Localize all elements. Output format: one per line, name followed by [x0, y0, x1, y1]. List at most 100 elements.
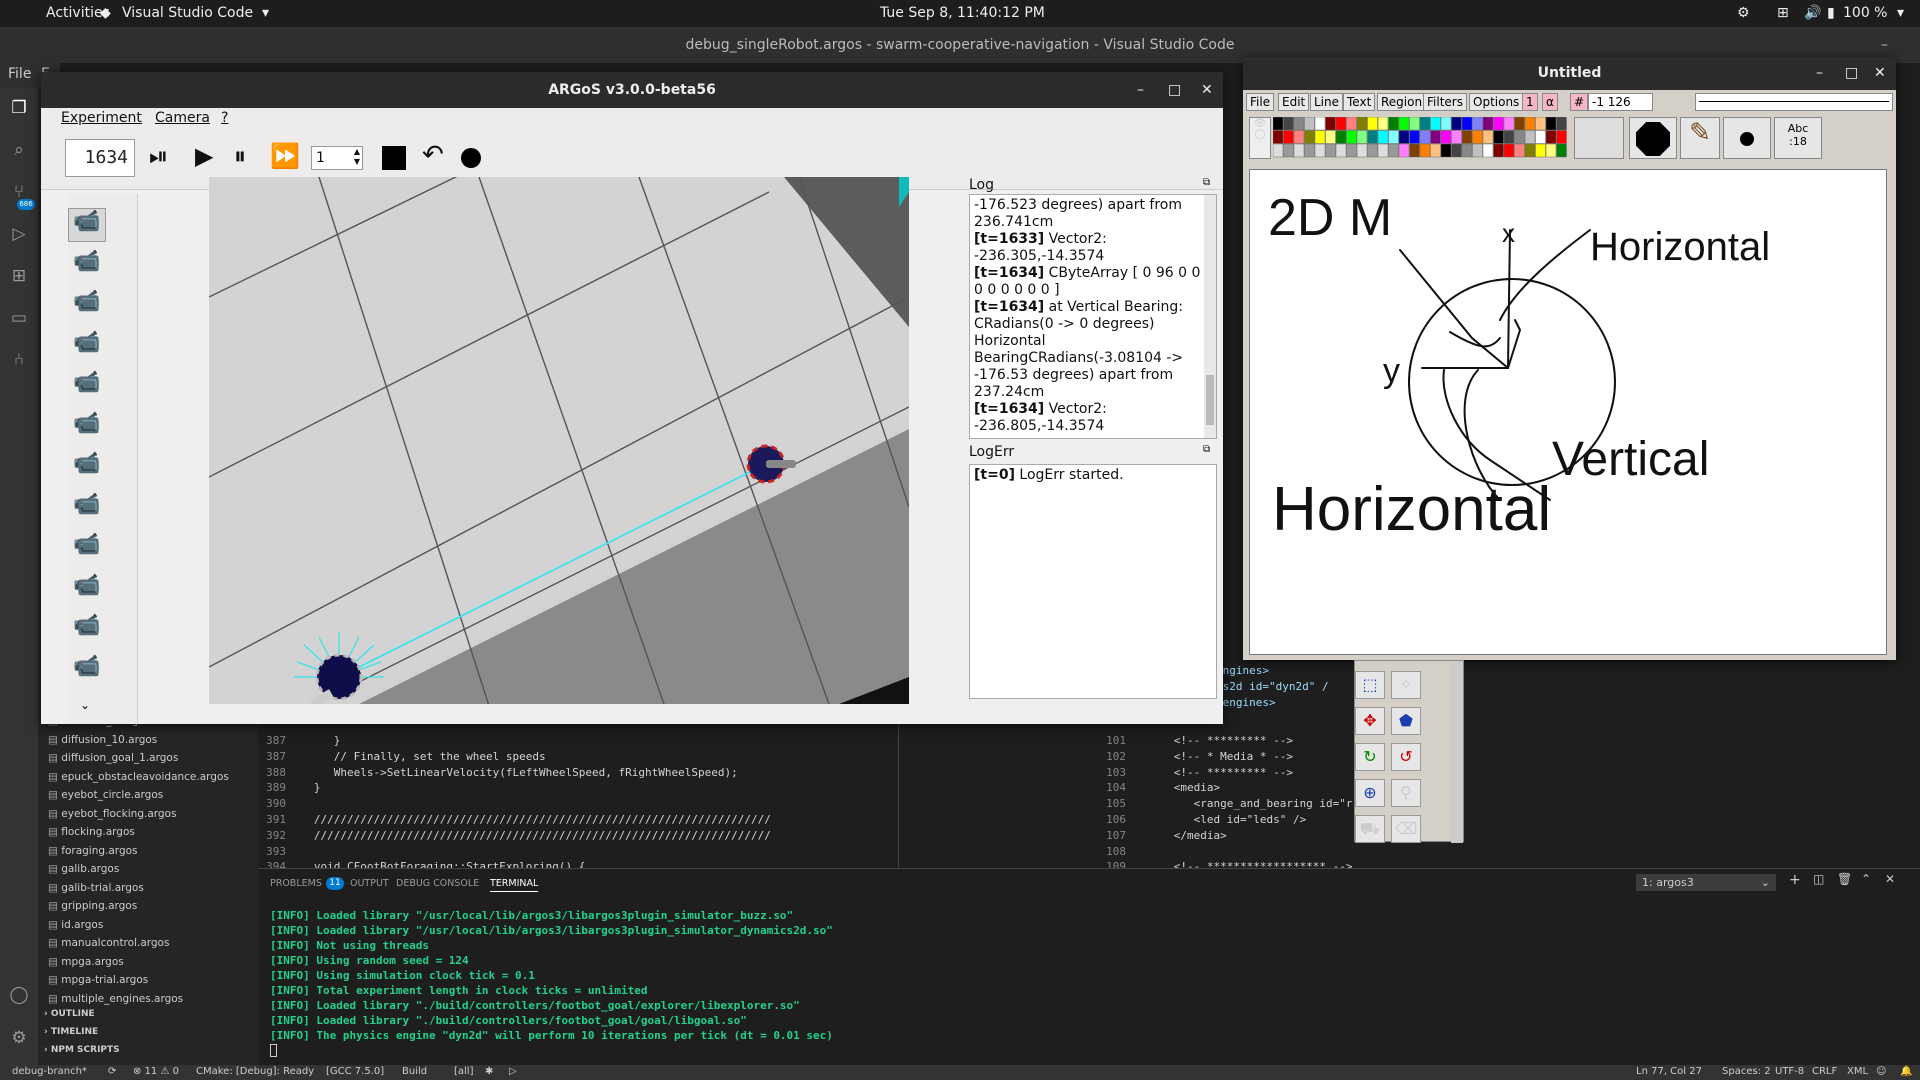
- zoom-icon[interactable]: ⊕: [1355, 779, 1385, 807]
- app-menu[interactable]: Visual Studio Code: [122, 5, 253, 21]
- menu-camera[interactable]: Camera: [155, 110, 210, 126]
- camera-button[interactable]: 📹: [68, 451, 106, 485]
- paint-menu-filters[interactable]: Filters: [1423, 93, 1467, 111]
- step-size-spinbox[interactable]: 1 ▲ ▼: [311, 146, 363, 170]
- network-icon[interactable]: ⊞: [1777, 5, 1789, 21]
- more-chevron-icon[interactable]: ⌄: [80, 698, 90, 712]
- file-item[interactable]: ▤ manualcontrol.argos: [48, 937, 169, 955]
- close-panel-icon[interactable]: ✕: [1885, 872, 1895, 886]
- new-terminal-icon[interactable]: +: [1789, 872, 1801, 888]
- fast-forward-icon[interactable]: ⏩: [270, 142, 300, 170]
- reset-icon[interactable]: ↶: [422, 140, 444, 170]
- rotate-icon[interactable]: ↻: [1355, 743, 1385, 771]
- log-panel[interactable]: -176.523 degrees) apart from 236.741cm [t…: [969, 194, 1217, 439]
- line-endings[interactable]: CRLF: [1812, 1066, 1837, 1077]
- debug-icon[interactable]: ✱: [485, 1066, 493, 1077]
- cmake-status[interactable]: CMake: [Debug]: Ready: [196, 1066, 314, 1077]
- camera-button[interactable]: 📹: [68, 654, 106, 688]
- play-icon[interactable]: ▶: [195, 142, 213, 170]
- file-item[interactable]: ▤ galib.argos: [48, 863, 119, 881]
- spin-arrows-icon[interactable]: ▲ ▼: [354, 147, 360, 167]
- clock[interactable]: Tue Sep 8, 11:40:12 PM: [880, 5, 1045, 21]
- record-icon[interactable]: [461, 148, 481, 168]
- camera-button[interactable]: 📹: [68, 573, 106, 607]
- close-icon[interactable]: ✕: [1874, 57, 1886, 90]
- line-style-preview[interactable]: [1695, 93, 1893, 111]
- float-panel-icon[interactable]: ⧉: [1203, 444, 1210, 455]
- minimize-icon[interactable]: –: [1816, 57, 1823, 90]
- split-terminal-icon[interactable]: ◫: [1813, 872, 1824, 886]
- run-icon[interactable]: ▷: [509, 1066, 517, 1077]
- extensions-icon[interactable]: ⊞: [9, 266, 29, 286]
- volume-icon[interactable]: 🔊: [1804, 5, 1821, 21]
- pen-dot-button[interactable]: [1723, 117, 1771, 159]
- file-item[interactable]: ▤ id.argos: [48, 919, 103, 937]
- account-icon[interactable]: ◯: [9, 985, 29, 1005]
- drawing-canvas[interactable]: 2D M Horizontal Vertical Horizontal x y: [1249, 169, 1887, 655]
- stop-icon[interactable]: [382, 146, 406, 170]
- gear-icon[interactable]: ⚙: [9, 1028, 29, 1048]
- text-size-button[interactable]: Abc :18: [1774, 117, 1822, 159]
- maximize-panel-icon[interactable]: ⌃: [1861, 872, 1871, 886]
- cursor-position[interactable]: Ln 77, Col 27: [1636, 1066, 1702, 1077]
- minimize-icon[interactable]: –: [1137, 72, 1144, 108]
- indentation[interactable]: Spaces: 2: [1722, 1066, 1771, 1077]
- brush-icon[interactable]: ✎: [1680, 117, 1720, 159]
- bucket-icon[interactable]: ⛟: [1355, 815, 1385, 843]
- step-experiment-icon[interactable]: ⏯: [149, 142, 168, 170]
- camera-button[interactable]: 📹: [68, 330, 106, 364]
- kill-terminal-icon[interactable]: 🗑: [1837, 872, 1852, 886]
- problems-indicator[interactable]: ⊗ 11 ⚠ 0: [133, 1066, 179, 1077]
- float-panel-icon[interactable]: ⧉: [1203, 177, 1210, 188]
- build-target[interactable]: [all]: [454, 1066, 474, 1077]
- brush-shape-button[interactable]: [1629, 117, 1677, 159]
- paint-menu-region[interactable]: Region: [1377, 93, 1427, 111]
- pause-icon[interactable]: ⏸: [234, 142, 246, 170]
- git-graph-icon[interactable]: ⑃: [9, 350, 29, 370]
- gcc-kit[interactable]: [GCC 7.5.0]: [326, 1066, 384, 1077]
- sidebar-section[interactable]: › OUTLINE: [44, 1009, 95, 1019]
- language-mode[interactable]: XML: [1847, 1066, 1868, 1077]
- sidebar-section[interactable]: › TIMELINE: [44, 1027, 98, 1037]
- file-item[interactable]: ▤ gripping.argos: [48, 900, 137, 918]
- camera-button[interactable]: 📹: [68, 613, 106, 647]
- camera-button[interactable]: 📹: [68, 249, 106, 283]
- camera-button[interactable]: 📹: [68, 370, 106, 404]
- paint-menu-options[interactable]: Options: [1469, 93, 1524, 111]
- menu-help[interactable]: ?: [221, 110, 228, 126]
- file-item[interactable]: ▤ eyebot_flocking.argos: [48, 808, 176, 826]
- encoding[interactable]: UTF-8: [1775, 1066, 1804, 1077]
- move-icon[interactable]: ✥: [1355, 707, 1385, 735]
- camera-button[interactable]: 📹: [68, 492, 106, 526]
- alpha-button[interactable]: α: [1542, 93, 1558, 111]
- scrollbar-thumb[interactable]: [1206, 375, 1214, 425]
- camera-button[interactable]: 📹: [68, 289, 106, 323]
- accessibility-icon[interactable]: ⚙: [1737, 5, 1750, 21]
- paint-menu-file[interactable]: File: [1246, 93, 1275, 111]
- branch-indicator[interactable]: debug-branch*: [12, 1066, 87, 1077]
- file-item[interactable]: ▤ epuck_obstacleavoidance.argos: [48, 771, 229, 789]
- remote-explorer-icon[interactable]: ▭: [9, 308, 29, 328]
- notifications-icon[interactable]: 🔔: [1900, 1066, 1912, 1077]
- file-item[interactable]: ▤ flocking.argos: [48, 826, 135, 844]
- panel-tab-debug-console[interactable]: DEBUG CONSOLE: [396, 878, 479, 889]
- maximize-icon[interactable]: □: [1845, 57, 1858, 90]
- file-item[interactable]: ▤ diffusion_goal_1.argos: [48, 752, 178, 770]
- close-icon[interactable]: ✕: [1201, 72, 1213, 108]
- search-icon[interactable]: ⌕: [9, 140, 29, 160]
- system-menu-icon[interactable]: ▾: [1897, 5, 1904, 21]
- simulation-viewport[interactable]: [209, 177, 909, 704]
- sync-icon[interactable]: ⟳: [108, 1066, 116, 1077]
- paint-menu-text[interactable]: Text: [1343, 93, 1376, 111]
- file-item[interactable]: ▤ multiple_engines.argos: [48, 993, 183, 1011]
- menu-experiment[interactable]: Experiment: [61, 110, 142, 126]
- sidebar-section[interactable]: › NPM SCRIPTS: [44, 1045, 120, 1055]
- palette-scrollbar[interactable]: [1451, 661, 1463, 843]
- palette-mode-icons[interactable]: 👁 ◯: [1249, 117, 1271, 159]
- polygon-select-icon[interactable]: ⬟: [1391, 707, 1421, 735]
- file-item[interactable]: ▤ mpga.argos: [48, 956, 124, 974]
- color-palette[interactable]: [1273, 117, 1569, 159]
- battery-icon[interactable]: ▮: [1827, 5, 1835, 21]
- select-region-icon[interactable]: ⬚: [1355, 671, 1385, 699]
- maximize-icon[interactable]: □: [1168, 72, 1181, 108]
